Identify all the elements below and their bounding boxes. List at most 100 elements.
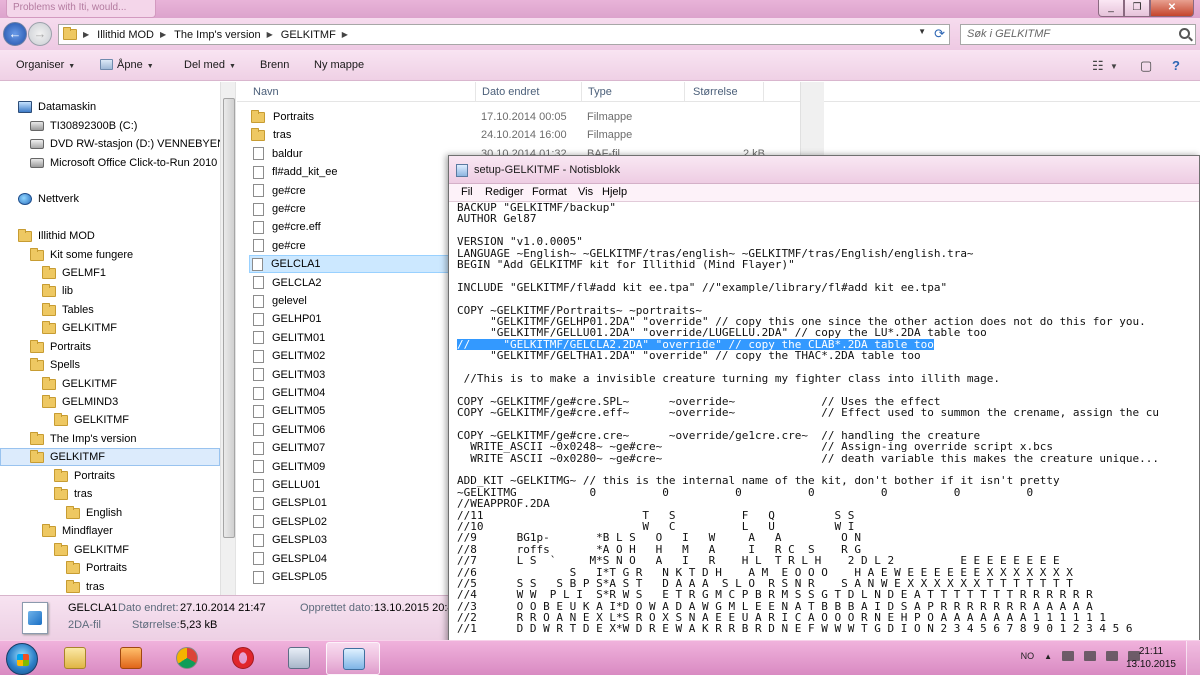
column-header-name[interactable]: Navn	[253, 86, 279, 98]
file-name: tras	[273, 129, 292, 142]
nav-item[interactable]: lib	[42, 282, 73, 300]
search-input[interactable]: Søk i GELKITMF	[960, 24, 1196, 45]
file-name: ge#cre	[272, 184, 306, 197]
menu-file[interactable]: Fil	[461, 186, 473, 198]
nav-item[interactable]: Tables	[42, 301, 94, 319]
nav-item[interactable]: GELMIND3	[42, 393, 118, 411]
column-divider[interactable]	[475, 82, 476, 102]
folder-icon	[66, 505, 80, 519]
file-name: ge#cre	[272, 203, 306, 215]
nav-item[interactable]: Portraits	[66, 559, 127, 577]
address-dropdown-icon[interactable]: ▼	[918, 27, 926, 36]
nav-item[interactable]: Datamaskin	[18, 98, 96, 116]
address-bar[interactable]: ▶ Illithid MOD ▶ The Imp's version ▶ GEL…	[58, 24, 950, 45]
start-button[interactable]	[6, 643, 38, 675]
menu-help[interactable]: Hjelp	[602, 186, 627, 198]
breadcrumb-item[interactable]: Illithid MOD	[97, 29, 154, 41]
taskbar-app-chrome[interactable]	[160, 642, 214, 675]
nav-item[interactable]: Illithid MOD	[18, 227, 95, 245]
action-center-icon[interactable]	[1062, 651, 1074, 661]
nav-item[interactable]: GELMF1	[42, 264, 106, 282]
column-header-date[interactable]: Dato endret	[482, 86, 539, 98]
folder-icon	[54, 542, 68, 556]
open-button[interactable]: Åpne ▼	[100, 59, 154, 71]
file-row[interactable]: tras 24.10.2014 16:00 Filmappe	[251, 126, 811, 144]
scrollbar-thumb[interactable]	[223, 98, 235, 538]
view-options-icon[interactable]: ☷	[1092, 58, 1104, 74]
folder-icon	[66, 560, 80, 574]
nav-scrollbar[interactable]	[220, 82, 235, 595]
back-button[interactable]: ←	[3, 22, 27, 46]
column-divider[interactable]	[763, 82, 764, 102]
show-hidden-icons-icon[interactable]: ▲	[1044, 652, 1052, 661]
taskbar-app-notepad[interactable]	[326, 642, 380, 675]
search-icon[interactable]	[1179, 28, 1190, 39]
nav-item[interactable]: English	[66, 504, 122, 522]
line-text: ~GELKITMG 0 0 0 0 0 0 0	[457, 486, 1034, 499]
background-window-tab[interactable]: Problems with Iti, would...	[6, 0, 156, 18]
column-header-type[interactable]: Type	[588, 86, 612, 98]
chevron-down-icon[interactable]: ▼	[1110, 62, 1118, 71]
taskbar-app-explorer[interactable]	[48, 642, 102, 675]
nav-item[interactable]: tras	[54, 485, 92, 503]
nav-item[interactable]: DVD RW-stasjon (D:) VENNEBYEN_HA	[30, 135, 235, 153]
organize-button[interactable]: Organiser ▼	[16, 59, 75, 71]
nav-item[interactable]: Microsoft Office Click-to-Run 2010 (b	[30, 154, 230, 172]
nav-item[interactable]: GELKITMF	[54, 541, 129, 559]
preview-pane-icon[interactable]: ▢	[1140, 58, 1152, 74]
nav-item[interactable]: Portraits	[54, 467, 115, 485]
line-text: BACKUP "GELKITMF/backup"	[457, 202, 616, 214]
menu-view[interactable]: Vis	[578, 186, 593, 198]
file-name: GELITM09	[272, 460, 326, 473]
taskbar-app-calculator[interactable]	[272, 642, 326, 675]
forward-button[interactable]: →	[28, 22, 52, 46]
power-icon[interactable]	[1084, 651, 1096, 661]
text-line: INCLUDE "GELKITMF/fl#add_kit_ee.tpa" //"…	[457, 282, 1199, 293]
nav-item[interactable]: The Imp's version	[30, 430, 136, 448]
burn-button[interactable]: Brenn	[260, 59, 289, 71]
new-folder-button[interactable]: Ny mappe	[314, 59, 364, 71]
file-icon	[253, 276, 264, 290]
network-icon[interactable]	[1106, 651, 1118, 661]
file-name-cell: GELSPL04	[251, 552, 481, 566]
nav-item[interactable]: Nettverk	[18, 190, 79, 208]
nav-item[interactable]: Mindflayer	[42, 522, 113, 540]
language-indicator[interactable]: NO	[1021, 651, 1035, 661]
menu-edit[interactable]: Rediger	[485, 186, 524, 198]
file-icon	[253, 478, 264, 492]
column-divider[interactable]	[581, 82, 582, 102]
help-icon[interactable]: ?	[1172, 58, 1180, 73]
share-button[interactable]: Del med ▼	[184, 59, 236, 71]
refresh-icon[interactable]: ⟳	[934, 26, 945, 42]
breadcrumb-item[interactable]: The Imp's version	[174, 29, 260, 41]
nav-item[interactable]: TI30892300B (C:)	[30, 117, 137, 135]
file-icon	[253, 220, 264, 234]
nav-item-label: Portraits	[50, 341, 91, 353]
taskbar-app-opera[interactable]	[216, 642, 270, 675]
maximize-button[interactable]: ❐	[1124, 0, 1150, 17]
file-name-cell: GELSPL01	[251, 496, 481, 510]
nav-item[interactable]: GELKITMF	[54, 411, 129, 429]
taskbar-app-media[interactable]	[104, 642, 158, 675]
clock[interactable]: 21:11 13.10.2015	[1126, 645, 1176, 671]
nav-item-label: Portraits	[74, 470, 115, 482]
nav-item[interactable]: Spells	[30, 356, 80, 374]
close-button[interactable]: ✕	[1150, 0, 1194, 17]
nav-item-label: Datamaskin	[38, 101, 97, 113]
nav-item[interactable]: Kit some fungere	[30, 246, 133, 264]
nav-item[interactable]: tras	[66, 578, 104, 595]
nav-item[interactable]: GELKITMF	[42, 375, 117, 393]
nav-item[interactable]: Portraits	[30, 338, 91, 356]
file-list-scrollbar[interactable]	[800, 82, 824, 162]
column-divider[interactable]	[684, 82, 685, 102]
breadcrumb-item[interactable]: GELKITMF	[281, 29, 336, 41]
column-header-size[interactable]: Størrelse	[693, 86, 738, 98]
file-row[interactable]: Portraits 17.10.2014 00:05 Filmappe	[251, 108, 811, 126]
show-desktop-button[interactable]	[1186, 641, 1200, 675]
nav-item[interactable]: GELKITMF	[0, 448, 220, 466]
minimize-button[interactable]: _	[1098, 0, 1124, 17]
nav-item[interactable]: GELKITMF	[42, 319, 117, 337]
notepad-text-area[interactable]: BACKUP "GELKITMF/backup" AUTHOR Gel87 VERS…	[457, 202, 1199, 644]
notepad-title-bar[interactable]: setup-GELKITMF - Notisblokk	[449, 156, 1199, 184]
menu-format[interactable]: Format	[532, 186, 567, 198]
